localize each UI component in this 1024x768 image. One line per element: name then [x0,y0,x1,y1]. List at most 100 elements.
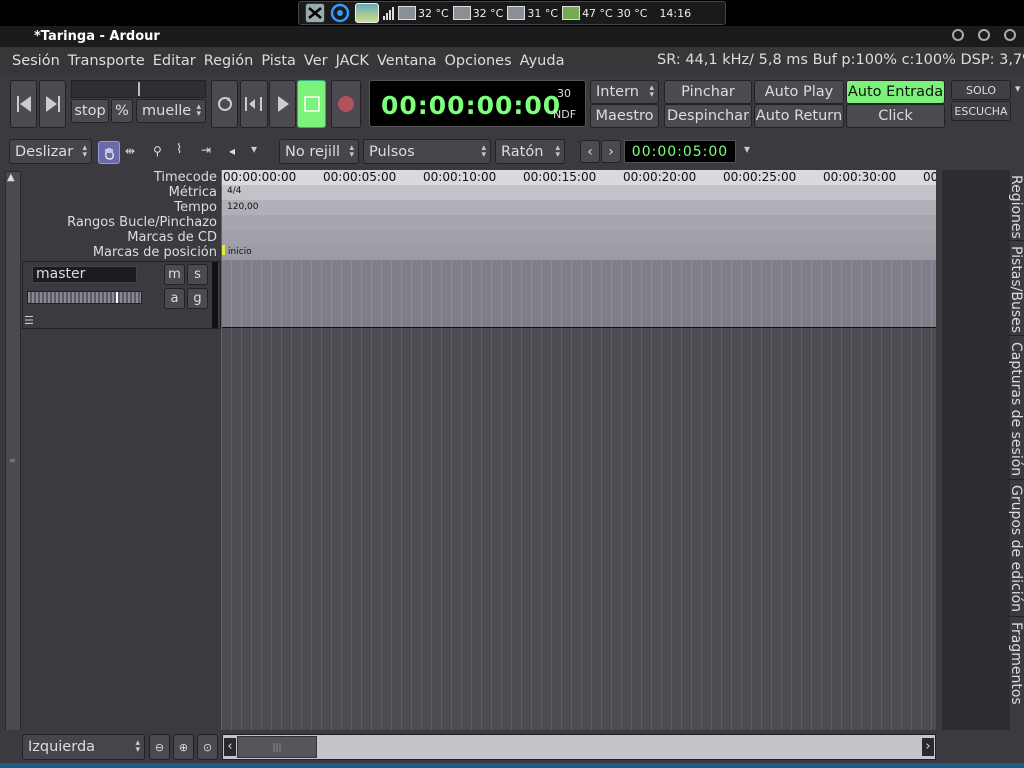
scroll-grip-icon[interactable]: ≡ [9,456,16,465]
scroll-up-icon[interactable]: ▲ [7,172,15,183]
snap-type-combo[interactable]: No rejill ▴ ▾ [279,139,359,164]
click-button[interactable]: Click [846,104,945,128]
primary-clock[interactable]: 00:00:00:00 30 NDF [369,80,586,127]
punch-in-button[interactable]: Pinchar [664,80,752,104]
menu-ayuda[interactable]: Ayuda [520,53,573,69]
solo-button[interactable]: SOLO [951,80,1011,100]
menu-pista[interactable]: Pista [261,53,304,69]
track-automation-button[interactable]: a [164,288,185,309]
location-marker-flag[interactable] [222,245,225,255]
track-name-field[interactable]: master [32,266,137,283]
tab-fragmentos[interactable]: Fragmentos [1008,622,1024,722]
tools-more-chevron-icon[interactable]: ▾ [251,142,257,156]
stop-button[interactable] [297,80,326,128]
network-swirl-icon[interactable] [329,3,351,23]
shuttle-style-combo[interactable]: muelle ▴ ▾ [136,99,206,123]
play-button[interactable] [269,80,296,128]
punch-out-button[interactable]: Despinchar [664,104,752,128]
edit-point-combo[interactable]: Ratón ▴ ▾ [495,139,565,164]
record-button[interactable] [331,80,361,128]
ruler-label-loop-punch: Rangos Bucle/Pinchazo [67,215,217,230]
master-button[interactable]: Maestro [590,104,659,128]
loop-icon [217,97,232,111]
zoom-in-button[interactable]: ⊕ [173,734,194,760]
auto-return-button[interactable]: Auto Return [754,104,844,128]
menu-ver[interactable]: Ver [304,53,336,69]
play-range-button[interactable] [240,80,268,128]
tab-capturas[interactable]: Capturas de sesión [1008,342,1024,480]
gain-slider-handle[interactable] [116,292,118,303]
image-viewer-icon[interactable] [355,3,379,23]
sync-source-combo[interactable]: Intern ▴ ▾ [590,80,659,104]
playhead[interactable] [221,170,222,736]
cd-marker-ruler[interactable] [221,230,936,245]
location-marker-ruler[interactable]: inicio [221,245,936,260]
track-mute-button[interactable]: m [164,264,185,285]
loop-punch-ruler[interactable] [221,215,936,230]
nudge-clock[interactable]: 00:00:05:00 [624,140,736,163]
menu-sesion[interactable]: Sesión [0,53,68,69]
app-switcher-icon[interactable] [305,3,325,23]
grid-unit-value: Pulsos [369,143,415,160]
maximize-button[interactable] [978,29,990,41]
auto-play-button[interactable]: Auto Play [754,80,844,104]
range-tool-icon[interactable]: ⇹ [125,144,135,158]
editor-canvas[interactable] [221,170,936,736]
clock-fps: 30 [557,87,571,100]
gain-tool-icon[interactable]: ⌇ [176,142,182,157]
listen-button[interactable]: ESCUCHA [951,101,1011,121]
location-marker-label[interactable]: inicio [228,247,252,257]
shuttle-slider[interactable] [71,80,206,98]
scroll-left-icon[interactable]: ‹ [224,738,236,756]
goto-start-button[interactable] [10,80,37,128]
auto-input-button[interactable]: Auto Entrada [846,80,945,104]
track-gain-slider[interactable] [27,291,142,304]
nudge-more-chevron-icon[interactable]: ▾ [744,142,750,156]
editor-vertical-scrollbar[interactable]: ▲ ▼ ≡ [5,171,21,761]
scroll-right-icon[interactable]: › [922,738,934,756]
menu-ventana[interactable]: Ventana [377,53,445,69]
menu-jack[interactable]: JACK [336,53,377,69]
audition-tool-icon[interactable]: ◂ [229,144,235,158]
zoom-focus-combo[interactable]: Izquierda ▴ ▾ [22,734,145,760]
zoom-to-session-button[interactable]: ⊙ [197,734,218,760]
shuttle-slider-handle[interactable] [138,82,140,96]
transport-more-chevron-icon[interactable]: ▾ [1015,82,1021,95]
meter-ruler[interactable]: 4/4 [221,185,936,200]
horizontal-scrollbar[interactable]: ‹ ||| › [222,734,936,760]
shuttle-stop-button[interactable]: stop [71,99,109,123]
track-solo-button[interactable]: s [187,264,208,285]
tab-grupos[interactable]: Grupos de edición [1008,485,1024,617]
zoom-tool-icon[interactable]: ⚲ [153,144,162,158]
goto-end-button[interactable] [39,80,66,128]
tempo-marker[interactable]: 120,00 [227,202,259,212]
grid-unit-combo[interactable]: Pulsos ▴ ▾ [363,139,491,164]
menu-region[interactable]: Región [204,53,262,69]
nudge-forward-button[interactable]: › [601,140,621,163]
edit-mode-combo[interactable]: Deslizar ▴ ▾ [9,139,92,164]
stretch-tool-icon[interactable]: ⇥ [201,143,211,157]
grab-tool-button[interactable] [98,141,120,164]
loop-button[interactable] [211,80,238,128]
master-track-header[interactable]: master m s a g ☰ [22,261,221,329]
horizontal-scroll-thumb[interactable]: ||| [237,736,317,758]
track-groups-button[interactable]: g [187,288,208,309]
tab-pistas-buses[interactable]: Pistas/Buses [1008,246,1024,336]
menu-opciones[interactable]: Opciones [445,53,520,69]
chip-icon [452,6,471,20]
meter-marker[interactable]: 4/4 [227,186,241,196]
tick-label: 00:00:00:00 [223,170,297,184]
zoom-out-button[interactable]: ⊖ [149,734,170,760]
close-button[interactable] [1004,29,1016,41]
minimize-button[interactable] [952,29,964,41]
shuttle-units-button[interactable]: % [111,99,133,123]
nudge-backward-button[interactable]: ‹ [580,140,600,163]
panel-clock[interactable]: 14:16 [659,7,691,20]
menu-transporte[interactable]: Transporte [68,53,153,69]
tab-regiones[interactable]: Regiones [1008,175,1024,241]
menu-editar[interactable]: Editar [153,53,204,69]
track-menu-icon[interactable]: ☰ [24,314,34,327]
timecode-ruler[interactable]: 00:00:00:00 00:00:05:00 00:00:10:00 00:0… [221,170,936,185]
window-titlebar[interactable]: *Taringa - Ardour [0,26,1024,47]
tempo-ruler[interactable]: 120,00 [221,200,936,215]
